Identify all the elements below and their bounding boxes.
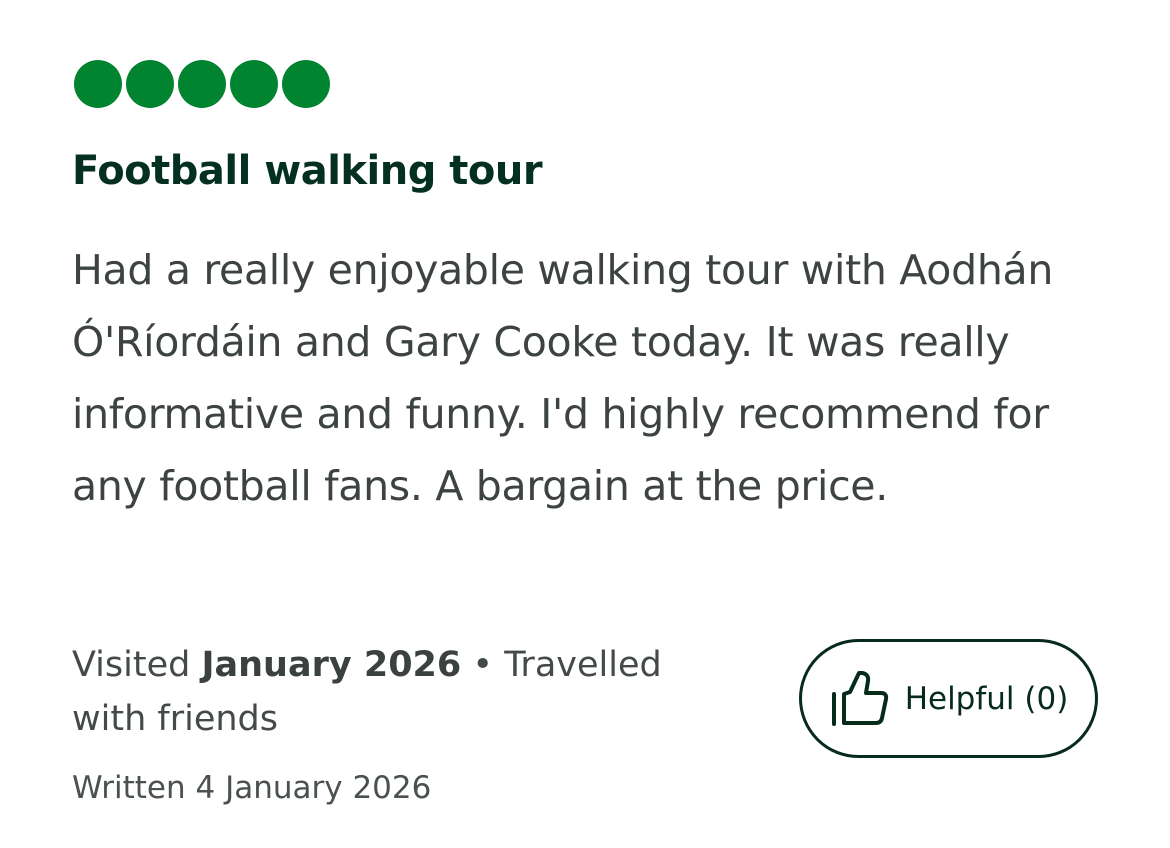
rating-bubble-4 — [230, 60, 278, 108]
review-body: Had a really enjoyable walking tour with… — [72, 246, 1054, 510]
meta-separator: • — [472, 645, 494, 685]
review-title: Football walking tour — [72, 148, 543, 194]
thumbs-up-icon — [831, 670, 888, 726]
rating-bubble-1 — [74, 60, 122, 108]
review-card: Football walking tour Had a really enjoy… — [0, 0, 1170, 848]
helpful-button[interactable]: Helpful (0) — [799, 639, 1098, 758]
rating-bubbles — [74, 60, 330, 108]
rating-bubble-2 — [126, 60, 174, 108]
rating-bubble-3 — [178, 60, 226, 108]
visited-label: Visited — [72, 645, 191, 685]
visited-date: January 2026 — [201, 645, 462, 685]
visit-info: Visited January 2026 • Travelled with fr… — [72, 638, 722, 746]
written-date: Written 4 January 2026 — [72, 770, 432, 806]
rating-bubble-5 — [282, 60, 330, 108]
helpful-label: Helpful (0) — [904, 680, 1069, 717]
